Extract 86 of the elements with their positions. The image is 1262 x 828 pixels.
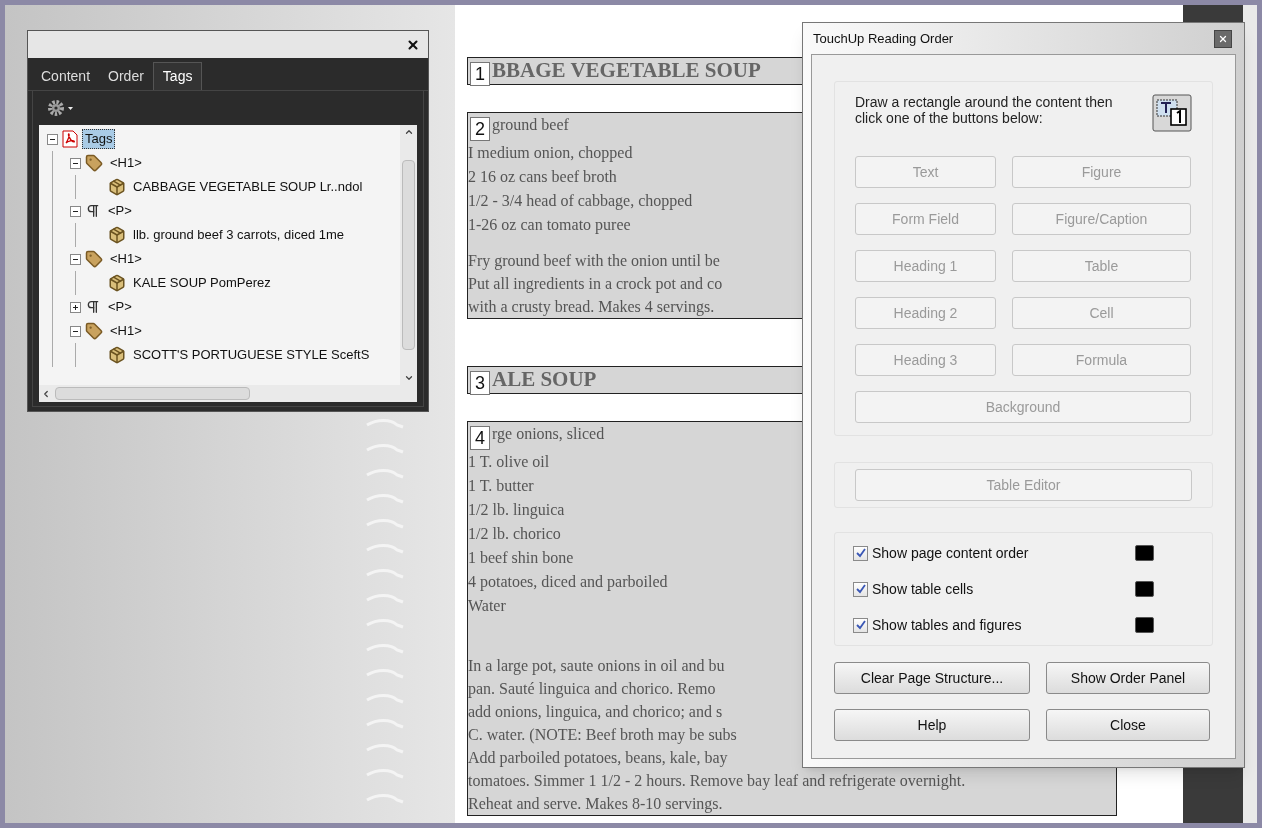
reading-order-tool-icon[interactable]	[1152, 94, 1192, 132]
window-title: TouchUp Reading Order	[813, 29, 954, 48]
color-swatch[interactable]	[1135, 617, 1154, 633]
recipe-line: Add parboiled potatoes, beans, kale, bay	[468, 748, 728, 769]
recipe-line: ground beef	[492, 115, 569, 136]
recipe-line: 2 16 oz cans beef broth	[468, 167, 617, 187]
recipe-line: 4 potatoes, diced and parboiled	[468, 572, 668, 593]
checkbox-label: Show tables and figures	[872, 615, 1022, 635]
recipe-line: Reheat and serve. Makes 8-10 servings.	[468, 794, 723, 815]
tree-item[interactable]: <H1>	[107, 153, 145, 173]
instruction-text: Draw a rectangle around the content then click one of the buttons below:	[855, 94, 1114, 126]
checkmark-icon	[855, 584, 866, 594]
collapse-icon[interactable]	[70, 157, 81, 169]
recipe-line: 1-26 oz can tomato puree	[468, 215, 631, 236]
recipe-line: tomatoes. Simmer 1 1/2 - 2 hours. Remove bay leaf and refrigerate overnight.	[468, 771, 966, 792]
recipe-line: 1 T. butter	[468, 476, 534, 496]
paragraph-icon	[85, 299, 101, 315]
tag-icon	[85, 322, 103, 340]
close-icon[interactable]	[406, 37, 420, 52]
recipe-line: Water	[468, 596, 506, 616]
tree-item[interactable]: <P>	[105, 297, 135, 317]
recipe-line: 1/2 lb. linguica	[468, 500, 565, 521]
dialog-button[interactable]: Help	[834, 709, 1030, 741]
checkmark-icon	[855, 620, 866, 630]
recipe-line: Put all ingredients in a crock pot and co	[468, 274, 723, 295]
recipe-line: I medium onion, chopped	[468, 143, 633, 164]
order-number: 2	[470, 117, 490, 141]
dialog-button[interactable]: Close	[1046, 709, 1210, 741]
checkmark-icon	[855, 548, 866, 558]
recipe-line: pan. Sauté linguica and chorico. Remo	[468, 679, 716, 700]
tree-item[interactable]: Tags	[82, 129, 116, 149]
color-swatch[interactable]	[1135, 581, 1154, 597]
recipe-line: 1 beef shin bone	[468, 548, 574, 568]
tag-icon	[85, 250, 103, 268]
checkbox[interactable]	[853, 545, 868, 561]
recipe-line: rge onions, sliced	[492, 424, 605, 445]
package-icon	[108, 178, 126, 196]
recipe-line: C. water. (NOTE: Beef broth may be subs	[468, 725, 737, 746]
recipe-title: ALE SOUP	[492, 367, 597, 391]
dialog-button[interactable]: Show Order Panel	[1046, 662, 1210, 694]
recipe-title: BBAGE VEGETABLE SOUP	[492, 58, 761, 82]
gear-menu-icon[interactable]	[47, 99, 75, 117]
scroll-up-icon[interactable]	[403, 127, 414, 137]
order-number: 4	[470, 426, 490, 450]
recipe-line: with a crusty bread. Makes 4 servings.	[468, 297, 715, 318]
tree-item[interactable]: <H1>	[107, 249, 145, 269]
tree-item[interactable]: CABBAGE VEGETABLE SOUP Lr..ndol	[130, 177, 366, 197]
panel-tab[interactable]: Content	[32, 63, 100, 90]
checkbox-label: Show page content order	[872, 543, 1029, 563]
package-icon	[108, 274, 126, 292]
paragraph-icon	[85, 203, 101, 219]
package-icon	[108, 226, 126, 244]
close-button[interactable]	[1214, 29, 1232, 48]
scroll-left-icon[interactable]	[41, 388, 51, 399]
order-number: 1	[470, 62, 490, 86]
collapse-icon[interactable]	[70, 325, 81, 337]
package-icon	[108, 346, 126, 364]
expand-icon[interactable]	[70, 301, 81, 313]
tree-item[interactable]: llb. ground beef 3 carrots, diced 1me	[130, 225, 347, 245]
recipe-line: 1/2 - 3/4 head of cabbage, chopped	[468, 191, 693, 212]
tree-item[interactable]: SCOTT'S PORTUGUESE STYLE SceftS	[130, 345, 373, 365]
recipe-line: In a large pot, saute onions in oil and bu	[468, 656, 725, 677]
collapse-icon[interactable]	[70, 253, 81, 265]
recipe-line: 1/2 lb. chorico	[468, 524, 561, 544]
horizontal-scrollbar[interactable]	[39, 385, 417, 402]
panel-tab[interactable]: Order	[99, 63, 153, 90]
color-swatch[interactable]	[1135, 545, 1154, 561]
scroll-down-icon[interactable]	[403, 373, 414, 383]
tree-item[interactable]: <H1>	[107, 321, 145, 341]
recipe-line: Fry ground beef with the onion until be	[468, 251, 720, 272]
collapse-icon[interactable]	[70, 205, 81, 217]
tree-item[interactable]: KALE SOUP PomPerez	[130, 273, 274, 293]
close-icon	[1218, 33, 1228, 44]
tree-item[interactable]: <P>	[105, 201, 135, 221]
collapse-icon[interactable]	[47, 133, 58, 145]
dialog-button[interactable]: Clear Page Structure...	[834, 662, 1030, 694]
panel-tab[interactable]: Tags	[152, 62, 203, 90]
vertical-scrollbar[interactable]	[400, 125, 417, 385]
recipe-line: add onions, linguica, and chorico; and s	[468, 702, 723, 723]
order-number: 3	[470, 371, 490, 395]
checkbox[interactable]	[853, 581, 868, 597]
recipe-line: 1 T. olive oil	[468, 452, 550, 472]
checkbox[interactable]	[853, 617, 868, 633]
tag-icon	[85, 154, 103, 172]
pdf-document-icon	[62, 130, 78, 148]
checkbox-label: Show table cells	[872, 579, 974, 599]
